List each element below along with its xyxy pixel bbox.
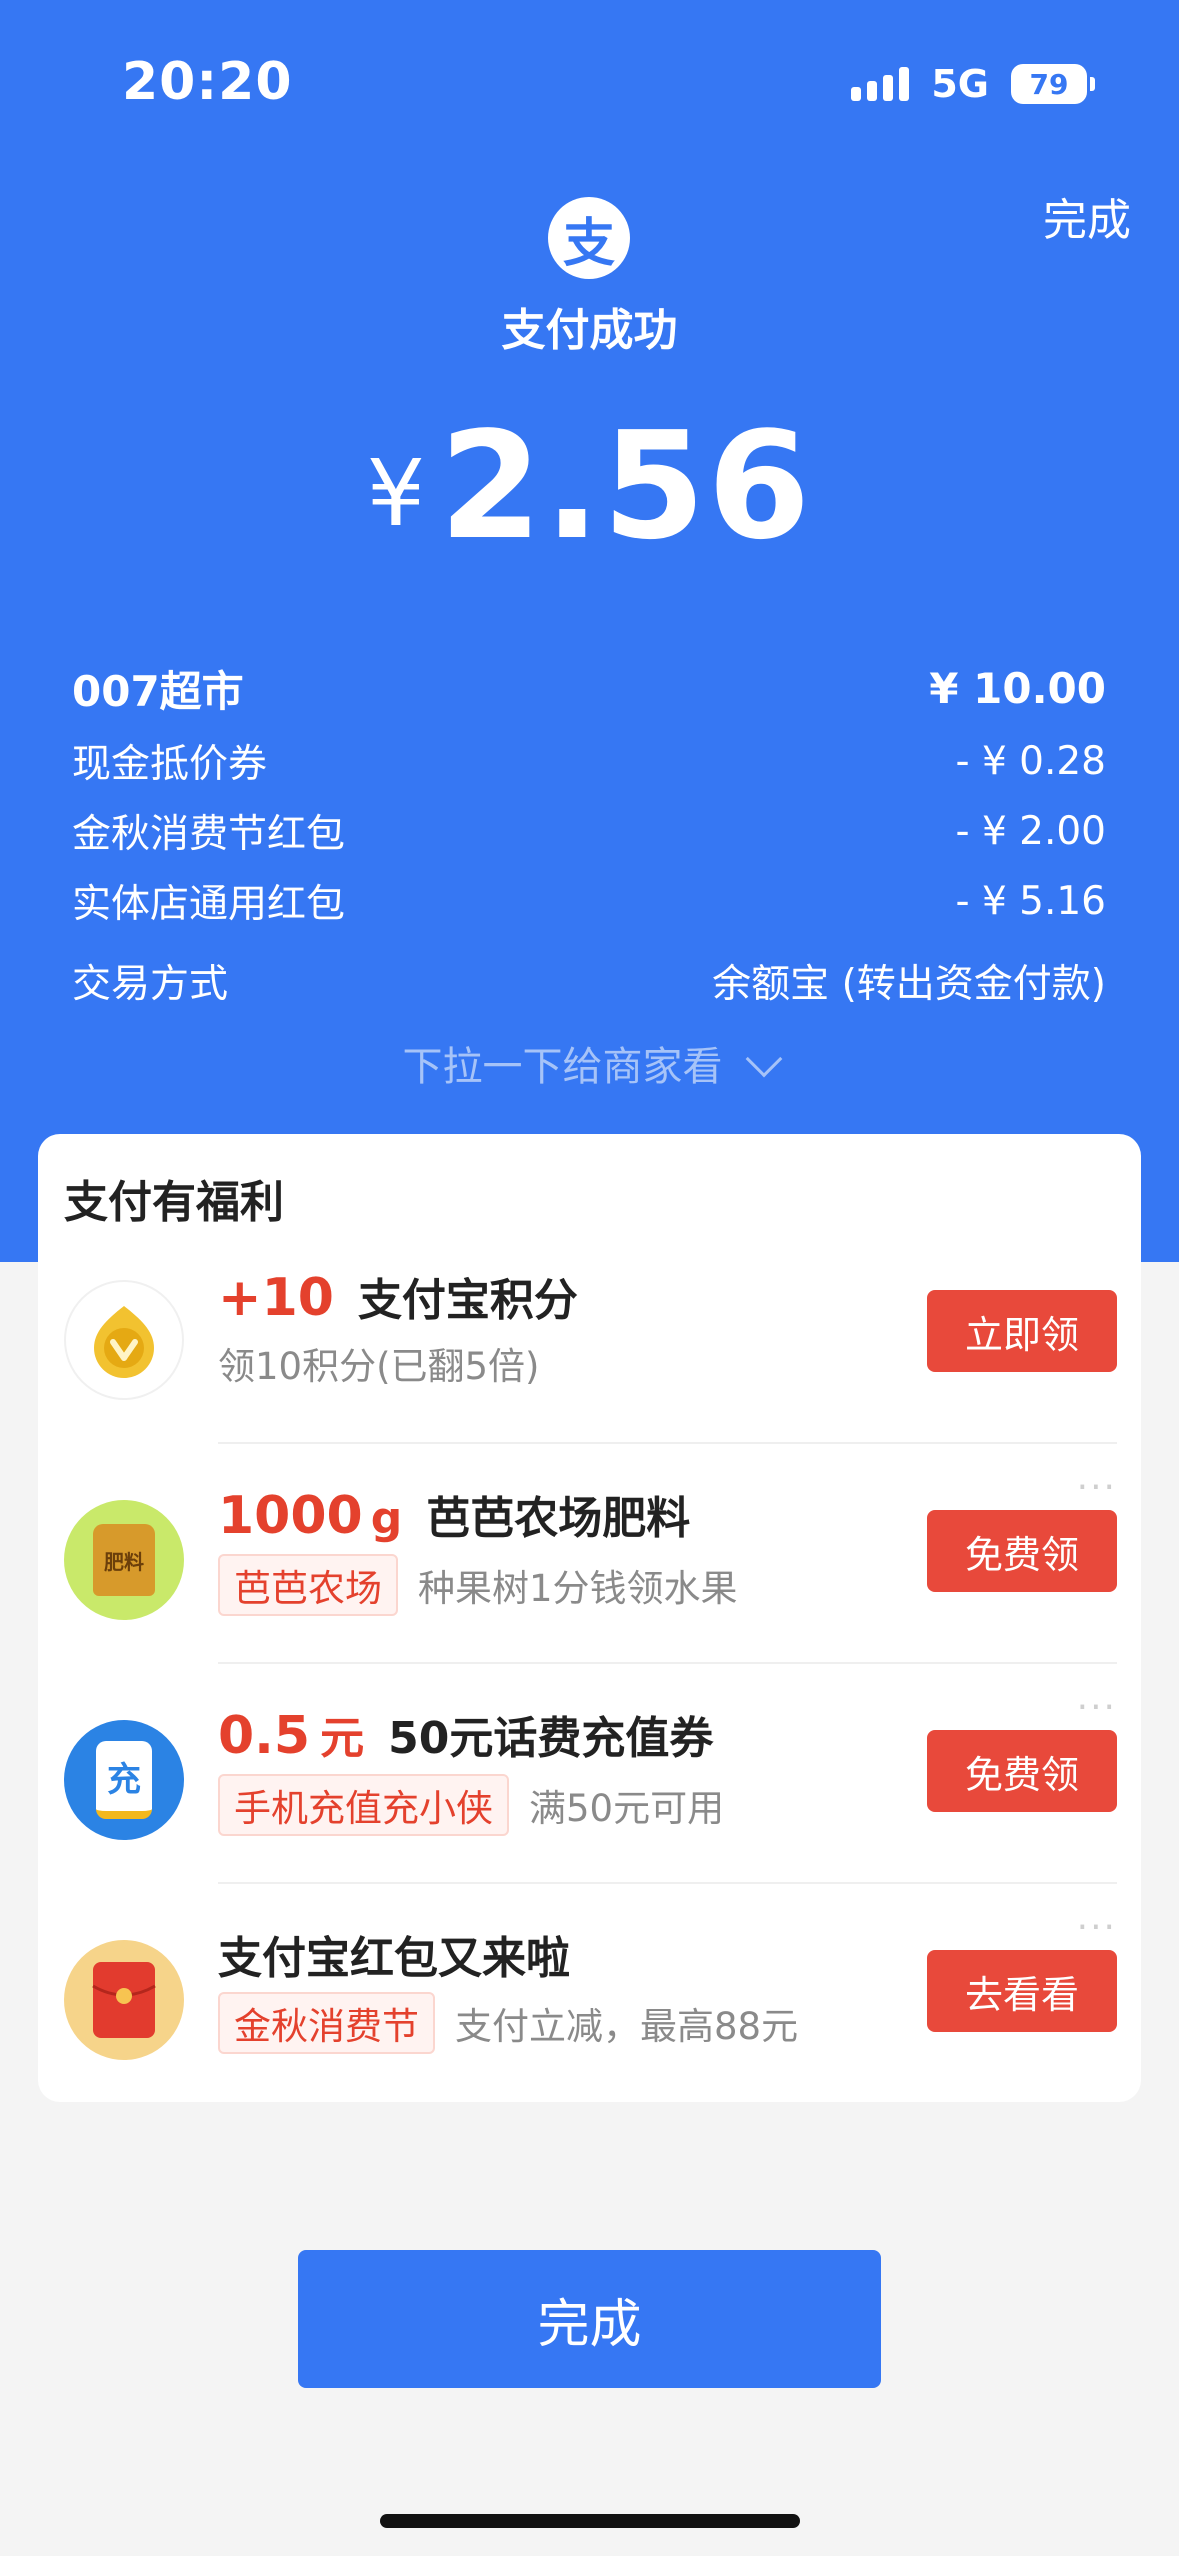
claim-recharge-button[interactable]: 免费领	[927, 1730, 1117, 1812]
benefit-name: 支付宝积分	[357, 1275, 578, 1326]
detail-label: 007超市	[72, 666, 244, 716]
detail-label: 金秋消费节红包	[72, 812, 346, 857]
benefit-subtitle: 种果树1分钱领水果	[418, 1567, 738, 1610]
detail-label: 实体店通用红包	[72, 882, 346, 927]
benefit-tag: 芭芭农场	[218, 1554, 398, 1616]
detail-row-festival-redpacket: 金秋消费节红包 - ¥ 2.00	[72, 796, 1106, 866]
fertilizer-bag-icon: 肥料	[64, 1500, 184, 1620]
detail-row-merchant: 007超市 ¥ 10.00	[72, 650, 1106, 726]
currency-symbol: ¥	[366, 440, 426, 547]
benefit-name: 50元话费充值券	[388, 1713, 714, 1764]
divider	[218, 1662, 1117, 1664]
recharge-glyph: 充	[96, 1741, 152, 1819]
more-icon[interactable]: ···	[1077, 1910, 1117, 1946]
benefit-highlight: 0.5 元	[218, 1706, 365, 1766]
benefits-title: 支付有福利	[64, 1177, 284, 1228]
pulldown-hint-text: 下拉一下给商家看	[402, 1044, 723, 1090]
network-type: 5G	[931, 62, 989, 106]
more-icon[interactable]: ···	[1077, 1690, 1117, 1726]
benefit-subtitle: 支付立减，最高88元	[455, 2005, 799, 2048]
battery-icon: 79	[1011, 64, 1095, 104]
claim-points-button[interactable]: 立即领	[927, 1290, 1117, 1372]
detail-row-coupon: 现金抵价券 - ¥ 0.28	[72, 726, 1106, 796]
payment-details: 007超市 ¥ 10.00 现金抵价券 - ¥ 0.28 金秋消费节红包 - ¥…	[72, 650, 1106, 1020]
signal-icon	[851, 67, 910, 101]
divider	[218, 1442, 1117, 1444]
detail-label: 交易方式	[72, 962, 229, 1007]
detail-label: 现金抵价券	[72, 742, 268, 787]
benefit-item-recharge: ··· 充 0.5 元 50元话费充值券 手机充值充小侠 满50元可用 免费领	[38, 1674, 1141, 1894]
benefit-highlight: +10	[218, 1268, 334, 1328]
detail-value: - ¥ 2.00	[955, 808, 1106, 854]
benefits-card: 支付有福利 +10 支付宝积分 领10积分(已翻5倍) 立即领 ··· 肥料 1…	[38, 1134, 1141, 2102]
amount-value: 2.56	[439, 400, 813, 572]
detail-value: - ¥ 0.28	[955, 738, 1106, 784]
done-button[interactable]: 完成	[298, 2250, 881, 2388]
benefit-highlight: 1000 g	[218, 1486, 403, 1546]
detail-value: - ¥ 5.16	[955, 878, 1106, 924]
payment-amount: ¥2.56	[0, 400, 1179, 572]
divider	[218, 1882, 1117, 1884]
view-redpacket-button[interactable]: 去看看	[927, 1950, 1117, 2032]
status-time: 20:20	[122, 52, 293, 112]
more-icon[interactable]: ···	[1077, 1470, 1117, 1506]
done-link-top[interactable]: 完成	[1043, 184, 1131, 248]
benefit-tag: 金秋消费节	[218, 1992, 435, 2054]
detail-row-payment-method: 交易方式 余额宝 (转出资金付款)	[72, 942, 1106, 1020]
chevron-down-icon	[745, 1040, 782, 1078]
benefit-item-redpacket: ··· 支付宝红包又来啦 金秋消费节 支付立减，最高88元 去看看	[38, 1894, 1141, 2114]
benefit-name: 芭芭农场肥料	[426, 1493, 691, 1544]
claim-fertilizer-button[interactable]: 免费领	[927, 1510, 1117, 1592]
fertilizer-bag-label: 肥料	[93, 1524, 155, 1596]
detail-row-store-redpacket: 实体店通用红包 - ¥ 5.16	[72, 866, 1106, 936]
home-indicator[interactable]	[380, 2514, 800, 2528]
gold-coin-icon	[64, 1280, 184, 1400]
benefit-tag: 手机充值充小侠	[218, 1774, 509, 1836]
benefit-name: 支付宝红包又来啦	[218, 1933, 570, 1984]
benefit-item-points: +10 支付宝积分 领10积分(已翻5倍) 立即领	[38, 1234, 1141, 1454]
phone-recharge-icon: 充	[64, 1720, 184, 1840]
status-indicators: 5G 79	[851, 62, 1095, 106]
red-envelope-icon	[64, 1940, 184, 2060]
payment-status-title: 支付成功	[501, 305, 678, 356]
detail-value: ¥ 10.00	[929, 663, 1106, 713]
benefit-item-fertilizer: ··· 肥料 1000 g 芭芭农场肥料 芭芭农场 种果树1分钱领水果 免费领	[38, 1454, 1141, 1674]
benefit-subtitle: 领10积分(已翻5倍)	[218, 1345, 540, 1388]
pulldown-hint[interactable]: 下拉一下给商家看	[0, 1034, 1179, 1092]
benefit-subtitle: 满50元可用	[529, 1787, 725, 1830]
detail-value: 余额宝 (转出资金付款)	[712, 962, 1106, 1007]
alipay-logo-icon: 支	[548, 197, 630, 279]
